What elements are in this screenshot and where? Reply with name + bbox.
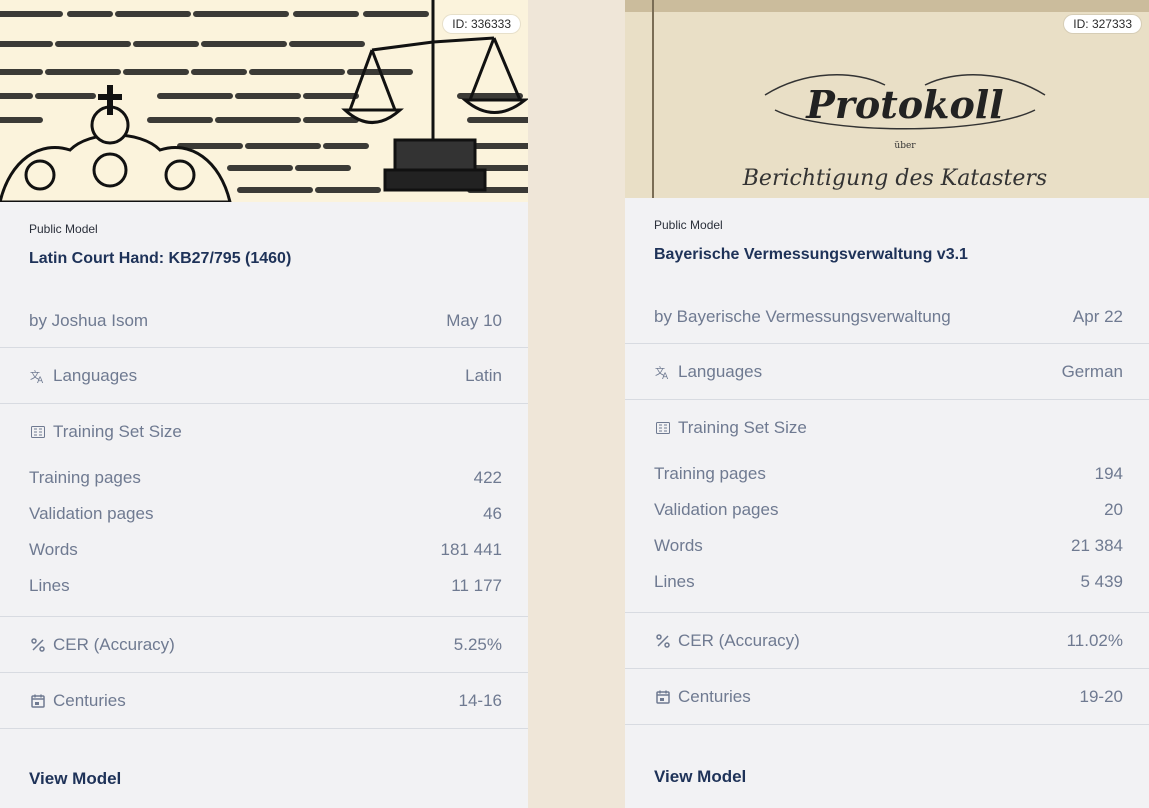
model-card[interactable]: ID: 336333 Public Model Latin Court Hand… [0, 0, 528, 808]
languages-value: Latin [465, 365, 502, 385]
ueber-text: über [894, 141, 916, 151]
model-card[interactable]: Protokoll über Berichtigung des Kataster… [625, 0, 1149, 808]
languages-row: 文A Languages German [625, 344, 1149, 400]
svg-text:A: A [662, 372, 669, 380]
stat-row: Validation pages 46 [0, 496, 528, 532]
stat-value: 181 441 [440, 540, 502, 559]
stat-label: Words [654, 536, 703, 555]
training-set-section: Training Set Size Training pages 194 Val… [625, 400, 1149, 613]
model-date: Apr 22 [1072, 306, 1123, 326]
model-title[interactable]: Latin Court Hand: KB27/795 (1460) [29, 250, 499, 268]
stat-value: 5 439 [1080, 572, 1123, 591]
languages-row: 文A Languages Latin [0, 348, 528, 404]
stat-label: Words [29, 540, 78, 559]
cer-row: CER (Accuracy) 11.02% [625, 613, 1149, 669]
stat-label: Training pages [654, 464, 766, 483]
stat-row: Lines 5 439 [625, 564, 1149, 600]
percent-icon [654, 632, 672, 650]
training-set-label: Training Set Size [53, 422, 182, 441]
stat-label: Training pages [29, 468, 141, 487]
translate-icon: 文A [29, 367, 47, 385]
model-id-badge: ID: 336333 [443, 15, 520, 33]
languages-value: German [1061, 361, 1123, 381]
stat-label: Validation pages [29, 504, 154, 523]
model-date: May 10 [446, 310, 502, 330]
model-thumbnail: Protokoll über Berichtigung des Kataster… [625, 0, 1149, 198]
stat-value: 21 384 [1071, 536, 1123, 555]
svg-text:A: A [37, 376, 44, 384]
stat-row: Training pages 422 [0, 460, 528, 496]
visibility-label: Public Model [654, 218, 723, 232]
centuries-row: Centuries 19-20 [625, 669, 1149, 725]
stat-value: 20 [1104, 500, 1123, 519]
centuries-row: Centuries 14-16 [0, 673, 528, 729]
author-row: by Bayerische Vermessungsverwaltung Apr … [625, 290, 1149, 344]
author-name: by Joshua Isom [29, 310, 149, 330]
training-set-section: Training Set Size Training pages 422 Val… [0, 404, 528, 617]
languages-label: Languages [53, 365, 138, 385]
stat-label: Lines [29, 576, 70, 595]
cer-label: CER (Accuracy) [53, 634, 175, 654]
database-icon [654, 419, 672, 437]
stat-value: 194 [1094, 464, 1123, 483]
stat-row: Validation pages 20 [625, 492, 1149, 528]
cer-row: CER (Accuracy) 5.25% [0, 617, 528, 673]
berichtigung-text: Berichtigung des Katasters [742, 166, 1047, 191]
calendar-icon [29, 692, 47, 710]
translate-icon: 文A [654, 363, 672, 381]
stat-row: Words 181 441 [0, 532, 528, 568]
stat-row: Training pages 194 [625, 456, 1149, 492]
cer-label: CER (Accuracy) [678, 630, 800, 650]
languages-label: Languages [678, 361, 763, 381]
stat-value: 11 177 [451, 576, 502, 595]
cer-value: 11.02% [1066, 630, 1123, 650]
model-id-badge: ID: 327333 [1064, 15, 1141, 33]
centuries-label: Centuries [678, 686, 751, 706]
percent-icon [29, 636, 47, 654]
stat-value: 422 [473, 468, 502, 487]
view-model-link[interactable]: View Model [0, 729, 528, 789]
author-name: by Bayerische Vermessungsverwaltung [654, 306, 951, 326]
database-icon [29, 423, 47, 441]
centuries-value: 14-16 [458, 690, 502, 710]
calendar-icon [654, 688, 672, 706]
model-thumbnail: ID: 336333 [0, 0, 528, 202]
visibility-label: Public Model [29, 222, 98, 236]
stat-value: 46 [483, 504, 502, 523]
centuries-value: 19-20 [1079, 686, 1123, 706]
centuries-label: Centuries [53, 690, 126, 710]
author-row: by Joshua Isom May 10 [0, 294, 528, 348]
stat-label: Validation pages [654, 500, 779, 519]
training-set-label: Training Set Size [678, 418, 807, 437]
stat-label: Lines [654, 572, 695, 591]
stat-row: Lines 11 177 [0, 568, 528, 604]
cer-value: 5.25% [453, 634, 502, 654]
model-title[interactable]: Bayerische Vermessungsverwaltung v3.1 [654, 246, 1120, 264]
protokoll-text: Protokoll [805, 82, 1003, 127]
stat-row: Words 21 384 [625, 528, 1149, 564]
view-model-link[interactable]: View Model [625, 725, 1149, 787]
